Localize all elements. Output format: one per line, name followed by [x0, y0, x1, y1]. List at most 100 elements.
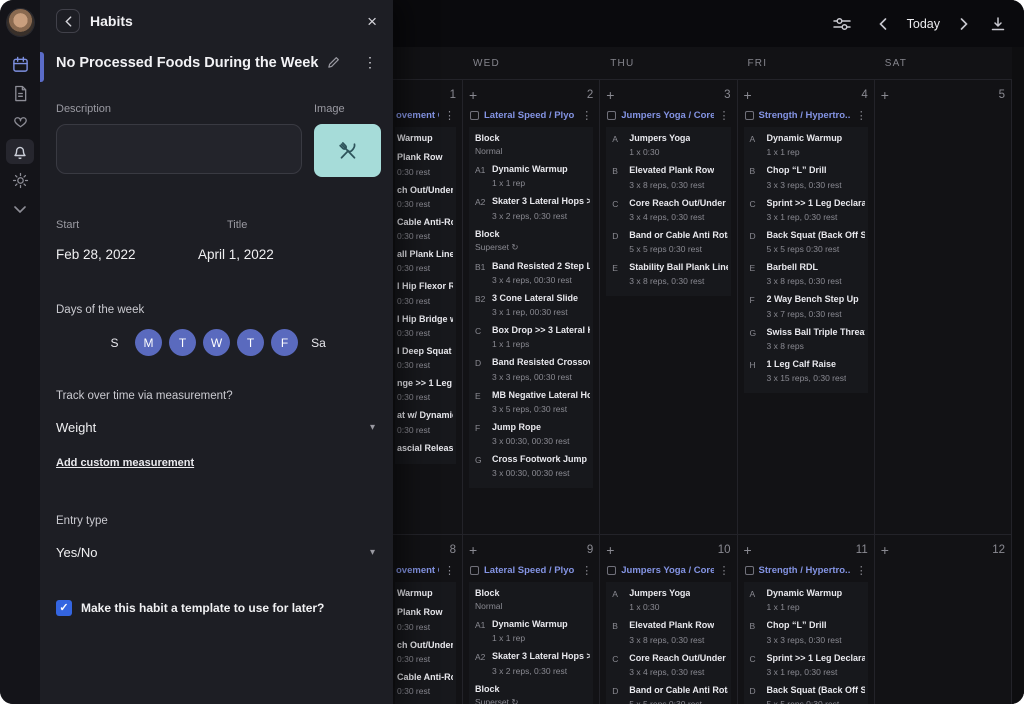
program-menu-icon[interactable]: ⋮ [444, 564, 455, 577]
program-title[interactable]: Lateral Speed / Plyo [484, 110, 576, 121]
exercise-row[interactable]: GCross Footwork Jump Rope3 x 00:30, 00:3… [469, 450, 593, 482]
exercise-row[interactable]: Cable Anti-Rotati...0:30 rest [395, 213, 456, 245]
program-checkbox[interactable] [607, 566, 616, 575]
program-title-row[interactable]: ovement Q... ⋮ [396, 107, 455, 123]
today-button[interactable]: Today [907, 17, 940, 31]
program-title-row[interactable]: Lateral Speed / Plyo ⋮ [470, 107, 592, 123]
next-week-icon[interactable] [958, 16, 970, 32]
exercise-row[interactable]: DBand or Cable Anti Rotati...5 x 5 reps … [606, 681, 730, 704]
program-checkbox[interactable] [607, 111, 616, 120]
close-icon[interactable]: × [367, 13, 377, 30]
program-title-row[interactable]: ovement Q... ⋮ [396, 562, 455, 578]
add-workout-icon[interactable]: + [744, 543, 752, 557]
day-toggle-4[interactable]: T [237, 329, 264, 356]
exercise-row[interactable]: A2Skater 3 Lateral Hops >> ...3 x 2 reps… [469, 192, 593, 224]
program-title-row[interactable]: Strength / Hypertro... ⋮ [745, 107, 867, 123]
calendar-cell[interactable]: +10Jumpers Yoga / Core⋮AJumpers Yoga1 x … [600, 535, 737, 704]
add-workout-icon[interactable]: + [606, 543, 614, 557]
exercise-row[interactable]: A1Dynamic Warmup1 x 1 rep [469, 160, 593, 192]
health-heart-icon[interactable] [6, 110, 34, 135]
calendar-cell[interactable]: 8ovement Q...⋮WarmupPlank Row0:30 restch… [393, 535, 463, 704]
document-icon[interactable] [6, 81, 34, 106]
chevron-down-icon[interactable] [6, 197, 34, 222]
exercise-row[interactable]: ch Out/Under0:30 rest [395, 181, 456, 213]
exercise-row[interactable]: all Plank Linear ...0:30 rest [395, 700, 456, 704]
day-toggle-3[interactable]: W [203, 329, 230, 356]
add-workout-icon[interactable]: + [606, 88, 614, 102]
prev-week-icon[interactable] [877, 16, 889, 32]
scrollbar-track[interactable] [1012, 47, 1024, 704]
program-checkbox[interactable] [745, 111, 754, 120]
program-title[interactable]: Strength / Hypertro... [759, 565, 851, 576]
program-title[interactable]: Jumpers Yoga / Core [621, 565, 713, 576]
calendar-cell[interactable]: +5 [875, 80, 1012, 534]
bell-icon[interactable] [6, 139, 34, 164]
gear-icon[interactable] [6, 168, 34, 193]
exercise-row[interactable]: ch Out/Under0:30 rest [395, 636, 456, 668]
exercise-row[interactable]: at w/ Dynamic P...0:30 rest [395, 406, 456, 438]
exercise-row[interactable]: ascial Release C... [395, 439, 456, 458]
program-title[interactable]: Jumpers Yoga / Core [621, 110, 713, 121]
download-icon[interactable] [988, 14, 1008, 34]
exercise-row[interactable]: Plank Row0:30 rest [395, 603, 456, 635]
exercise-row[interactable]: AJumpers Yoga1 x 0:30 [606, 584, 730, 616]
program-title[interactable]: ovement Q... [396, 110, 439, 121]
exercise-row[interactable]: ADynamic Warmup1 x 1 rep [744, 129, 868, 161]
program-title-row[interactable]: Strength / Hypertro... ⋮ [745, 562, 867, 578]
exercise-row[interactable]: BChop “L” Drill3 x 3 reps, 0:30 rest [744, 161, 868, 193]
exercise-row[interactable]: nge >> 1 Leg St...0:30 rest [395, 374, 456, 406]
exercise-row[interactable]: BElevated Plank Row3 x 8 reps, 0:30 rest [606, 161, 730, 193]
start-date-field[interactable]: Feb 28, 2022 [56, 247, 198, 262]
description-input[interactable] [56, 124, 302, 174]
day-toggle-1[interactable]: M [135, 329, 162, 356]
day-toggle-2[interactable]: T [169, 329, 196, 356]
calendar-cell[interactable]: 1ovement Q...⋮WarmupPlank Row0:30 restch… [393, 80, 463, 534]
exercise-row[interactable]: A2Skater 3 Lateral Hops >> ...3 x 2 reps… [469, 647, 593, 679]
program-title[interactable]: Strength / Hypertro... [759, 110, 851, 121]
program-menu-icon[interactable]: ⋮ [581, 564, 592, 577]
exercise-row[interactable]: DBack Squat (Back Off Set)5 x 5 reps 0:3… [744, 681, 868, 704]
calendar-cell[interactable]: +3Jumpers Yoga / Core⋮AJumpers Yoga1 x 0… [600, 80, 737, 534]
edit-pencil-icon[interactable] [327, 56, 340, 69]
exercise-row[interactable]: Cable Anti-Rotati...0:30 rest [395, 668, 456, 700]
back-button[interactable] [56, 9, 80, 33]
exercise-row[interactable]: AJumpers Yoga1 x 0:30 [606, 129, 730, 161]
day-toggle-5[interactable]: F [271, 329, 298, 356]
program-menu-icon[interactable]: ⋮ [719, 109, 730, 122]
add-workout-icon[interactable]: + [469, 543, 477, 557]
program-menu-icon[interactable]: ⋮ [856, 564, 867, 577]
add-workout-icon[interactable]: + [881, 88, 889, 102]
exercise-row[interactable]: EMB Negative Lateral Hop...3 x 5 reps, 0… [469, 386, 593, 418]
program-menu-icon[interactable]: ⋮ [444, 109, 455, 122]
add-custom-measurement-link[interactable]: Add custom measurement [56, 457, 194, 469]
exercise-row[interactable]: Warmup [395, 584, 456, 603]
program-menu-icon[interactable]: ⋮ [581, 109, 592, 122]
measurement-select[interactable]: Weight ▾ [56, 420, 377, 435]
exercise-row[interactable]: BChop “L” Drill3 x 3 reps, 0:30 rest [744, 616, 868, 648]
add-workout-icon[interactable]: + [881, 543, 889, 557]
program-checkbox[interactable] [745, 566, 754, 575]
calendar-icon[interactable] [6, 52, 34, 77]
exercise-row[interactable]: H1 Leg Calf Raise3 x 15 reps, 0:30 rest [744, 355, 868, 387]
day-toggle-6[interactable]: Sa [305, 329, 332, 356]
calendar-cell[interactable]: +12 [875, 535, 1012, 704]
exercise-row[interactable]: EStability Ball Plank Linear ...3 x 8 re… [606, 258, 730, 290]
habit-image[interactable] [314, 124, 381, 177]
program-title-row[interactable]: Jumpers Yoga / Core⋮ [607, 562, 729, 578]
add-workout-icon[interactable]: + [744, 88, 752, 102]
exercise-row[interactable]: DBand or Cable Anti Rotati...5 x 5 reps … [606, 226, 730, 258]
exercise-row[interactable]: l Hip Bridge w/ ...0:30 rest [395, 310, 456, 342]
exercise-row[interactable]: EBarbell RDL3 x 8 reps, 0:30 rest [744, 258, 868, 290]
calendar-cell[interactable]: +2Lateral Speed / Plyo⋮BlockNormalA1Dyna… [463, 80, 600, 534]
calendar-cell[interactable]: +11Strength / Hypertro...⋮ADynamic Warmu… [738, 535, 875, 704]
exercise-row[interactable]: DBand Resisted Crossover...3 x 3 reps, 0… [469, 353, 593, 385]
program-title[interactable]: ovement Q... [396, 565, 439, 576]
add-workout-icon[interactable]: + [469, 88, 477, 102]
exercise-row[interactable]: all Plank Linear ...0:30 rest [395, 245, 456, 277]
program-menu-icon[interactable]: ⋮ [856, 109, 867, 122]
exercise-row[interactable]: GSwiss Ball Triple Threat3 x 8 reps [744, 323, 868, 355]
exercise-row[interactable]: F2 Way Bench Step Up3 x 7 reps, 0:30 res… [744, 290, 868, 322]
program-title-row[interactable]: Jumpers Yoga / Core ⋮ [607, 107, 729, 123]
exercise-row[interactable]: Plank Row0:30 rest [395, 148, 456, 180]
exercise-row[interactable]: B1Band Resisted 2 Step Late...3 x 4 reps… [469, 257, 593, 289]
